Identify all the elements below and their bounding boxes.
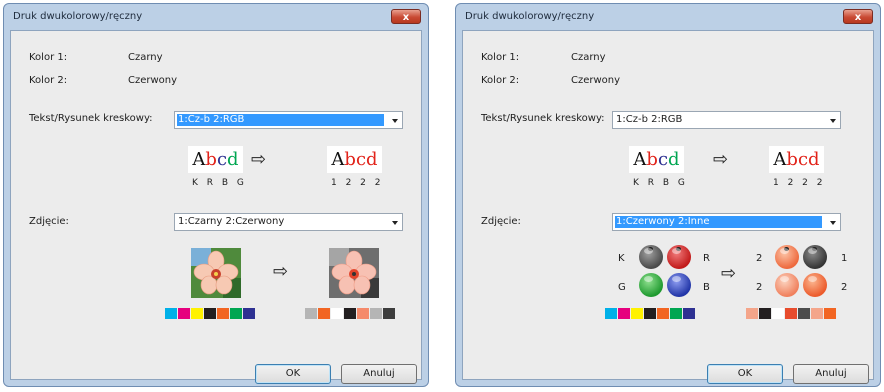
ball-green bbox=[639, 273, 663, 297]
photo-combo[interactable]: 1:Czarny 2:Czerwony bbox=[174, 213, 403, 231]
close-button[interactable]: x bbox=[391, 9, 421, 24]
chevron-down-icon bbox=[392, 221, 398, 225]
close-button[interactable]: x bbox=[843, 9, 873, 24]
text-sample-after: Abcd bbox=[769, 146, 824, 173]
color-strip-after bbox=[305, 308, 395, 319]
photo-label: Zdjęcie: bbox=[29, 216, 69, 227]
ball-label-b: B bbox=[703, 282, 710, 293]
text-lineart-combo[interactable]: 1:Cz-b 2:RGB bbox=[612, 111, 841, 129]
color-swatch bbox=[165, 308, 177, 319]
ball-label-g: G bbox=[618, 282, 626, 293]
ball-red bbox=[667, 245, 691, 269]
title-bar: Druk dwukolorowy/ręczny x bbox=[456, 4, 880, 30]
ball-label-r: R bbox=[703, 253, 710, 264]
arrow-right-icon: ⇨ bbox=[273, 261, 289, 282]
color-swatch bbox=[344, 308, 356, 319]
color1-label: Kolor 1: bbox=[29, 52, 68, 63]
ball-black bbox=[639, 245, 663, 269]
color-swatch bbox=[605, 308, 617, 319]
cancel-button[interactable]: Anuluj bbox=[341, 364, 417, 384]
text-lineart-label: Tekst/Rysunek kreskowy: bbox=[481, 113, 605, 124]
sample-after-caption: 1 2 2 2 bbox=[773, 178, 826, 188]
color-swatch bbox=[670, 308, 682, 319]
ball-converted bbox=[803, 273, 827, 297]
color-swatch bbox=[178, 308, 190, 319]
ball-label-bl: 2 bbox=[756, 282, 763, 293]
photo-sample-after bbox=[329, 248, 379, 298]
color-strip-before bbox=[605, 308, 695, 319]
color-swatch bbox=[746, 308, 758, 319]
color-swatch bbox=[772, 308, 784, 319]
text-lineart-label: Tekst/Rysunek kreskowy: bbox=[29, 113, 153, 124]
color-strip-after bbox=[746, 308, 836, 319]
ok-button[interactable]: OK bbox=[255, 364, 331, 384]
text-lineart-combo[interactable]: 1:Cz-b 2:RGB bbox=[174, 111, 403, 129]
photo-label: Zdjęcie: bbox=[481, 216, 521, 227]
color-strip-before bbox=[165, 308, 255, 319]
color-swatch bbox=[631, 308, 643, 319]
color-swatch bbox=[230, 308, 242, 319]
color1-label: Kolor 1: bbox=[481, 52, 520, 63]
color2-label: Kolor 2: bbox=[481, 75, 520, 86]
sample-before-caption: K R B G bbox=[633, 178, 688, 188]
arrow-right-icon: ⇨ bbox=[721, 263, 737, 284]
color-swatch bbox=[191, 308, 203, 319]
color1-value: Czarny bbox=[128, 52, 163, 63]
dialog-client: Kolor 1: Czarny Kolor 2: Czerwony Tekst/… bbox=[10, 30, 422, 384]
color-swatch bbox=[759, 308, 771, 319]
dialog-client: Kolor 1: Czarny Kolor 2: Czerwony Tekst/… bbox=[462, 30, 874, 384]
color-swatch bbox=[357, 308, 369, 319]
ball-label-tl: 2 bbox=[756, 253, 763, 264]
color2-value: Czerwony bbox=[571, 75, 621, 86]
color1-value: Czarny bbox=[571, 52, 606, 63]
color-swatch bbox=[644, 308, 656, 319]
color2-value: Czerwony bbox=[128, 75, 178, 86]
color-swatch bbox=[785, 308, 797, 319]
dialog-left: Druk dwukolorowy/ręczny x Kolor 1: Czarn… bbox=[3, 3, 429, 387]
chevron-down-icon bbox=[830, 221, 836, 225]
text-sample-before: Abcd bbox=[629, 146, 684, 173]
photo-combo[interactable]: 1:Czerwony 2:Inne bbox=[612, 213, 841, 231]
color-swatch bbox=[811, 308, 823, 319]
text-sample-before: Abcd bbox=[188, 146, 243, 173]
dialog-title: Druk dwukolorowy/ręczny bbox=[465, 11, 595, 22]
arrow-right-icon: ⇨ bbox=[251, 149, 267, 170]
ball-label-tr: 1 bbox=[841, 253, 848, 264]
color-swatch bbox=[217, 308, 229, 319]
ok-button[interactable]: OK bbox=[707, 364, 783, 384]
color-swatch bbox=[318, 308, 330, 319]
color-swatch bbox=[204, 308, 216, 319]
ball-label-br: 2 bbox=[841, 282, 848, 293]
color-swatch bbox=[824, 308, 836, 319]
cancel-button[interactable]: Anuluj bbox=[793, 364, 869, 384]
sample-before-caption: K R B G bbox=[192, 178, 247, 188]
color-swatch bbox=[657, 308, 669, 319]
color-swatch bbox=[331, 308, 343, 319]
text-sample-after: Abcd bbox=[327, 146, 382, 173]
color2-label: Kolor 2: bbox=[29, 75, 68, 86]
dialog-right: Druk dwukolorowy/ręczny x Kolor 1: Czarn… bbox=[455, 3, 881, 387]
color-swatch bbox=[798, 308, 810, 319]
sample-after-caption: 1 2 2 2 bbox=[331, 178, 384, 188]
color-swatch bbox=[683, 308, 695, 319]
ball-label-k: K bbox=[618, 253, 625, 264]
color-swatch bbox=[370, 308, 382, 319]
color-swatch bbox=[383, 308, 395, 319]
ball-converted bbox=[803, 245, 827, 269]
ball-blue bbox=[667, 273, 691, 297]
ball-converted bbox=[775, 273, 799, 297]
color-swatch bbox=[305, 308, 317, 319]
color-swatch bbox=[243, 308, 255, 319]
chevron-down-icon bbox=[830, 119, 836, 123]
photo-sample-before bbox=[191, 248, 241, 298]
color-swatch bbox=[618, 308, 630, 319]
arrow-right-icon: ⇨ bbox=[713, 149, 729, 170]
chevron-down-icon bbox=[392, 119, 398, 123]
dialog-title: Druk dwukolorowy/ręczny bbox=[13, 11, 143, 22]
ball-converted bbox=[775, 245, 799, 269]
title-bar: Druk dwukolorowy/ręczny x bbox=[4, 4, 428, 30]
